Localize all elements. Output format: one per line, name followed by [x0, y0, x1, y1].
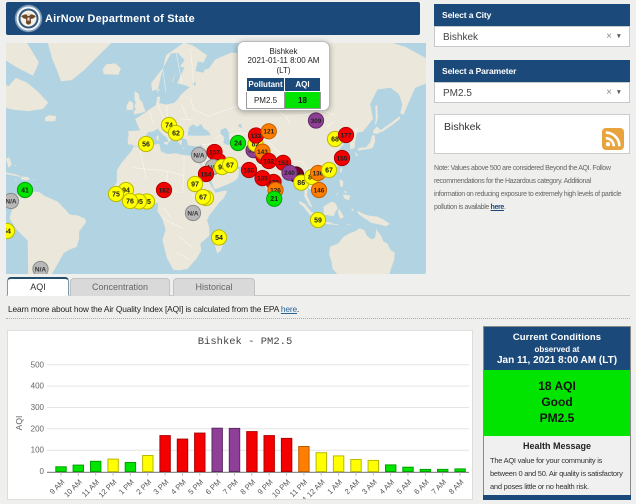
svg-text:192: 192: [263, 158, 274, 165]
svg-text:500: 500: [31, 360, 45, 369]
svg-text:8 AM: 8 AM: [447, 478, 466, 497]
svg-text:54: 54: [215, 235, 223, 242]
svg-text:41: 41: [21, 187, 29, 194]
svg-text:75: 75: [112, 191, 120, 198]
svg-text:AQI: AQI: [14, 416, 24, 431]
svg-text:133: 133: [251, 133, 262, 140]
svg-text:7 AM: 7 AM: [430, 478, 449, 497]
svg-text:6 PM: 6 PM: [204, 478, 223, 497]
svg-text:6 AM: 6 AM: [412, 478, 431, 497]
svg-text:N/A: N/A: [35, 266, 47, 273]
svg-text:12 PM: 12 PM: [97, 478, 119, 499]
svg-text:4 AM: 4 AM: [378, 478, 397, 497]
svg-text:67: 67: [199, 194, 207, 201]
svg-text:400: 400: [31, 382, 45, 391]
svg-text:62: 62: [172, 130, 180, 137]
svg-text:300: 300: [31, 403, 45, 412]
svg-text:155: 155: [337, 155, 348, 162]
svg-text:67: 67: [226, 162, 234, 169]
svg-text:2 AM: 2 AM: [343, 478, 362, 497]
svg-text:309: 309: [311, 118, 322, 125]
svg-text:N/A: N/A: [6, 198, 17, 205]
svg-text:3 AM: 3 AM: [360, 478, 379, 497]
svg-text:5 PM: 5 PM: [186, 478, 205, 497]
svg-text:5 AM: 5 AM: [395, 478, 414, 497]
svg-text:21: 21: [270, 196, 278, 203]
svg-text:67: 67: [325, 167, 333, 174]
svg-text:7 PM: 7 PM: [221, 478, 240, 497]
svg-text:24: 24: [234, 140, 242, 147]
svg-text:97: 97: [191, 181, 199, 188]
svg-text:160: 160: [244, 167, 255, 174]
svg-text:185: 185: [257, 176, 268, 183]
svg-text:1 PM: 1 PM: [117, 478, 136, 497]
svg-text:177: 177: [341, 132, 352, 139]
svg-text:200: 200: [31, 424, 45, 433]
svg-text:10 PM: 10 PM: [270, 478, 292, 499]
svg-text:240: 240: [284, 170, 295, 177]
svg-text:Bishkek - PM2.5: Bishkek - PM2.5: [198, 336, 293, 348]
svg-text:2 PM: 2 PM: [134, 478, 153, 497]
svg-text:1 AM: 1 AM: [325, 478, 344, 497]
svg-text:146: 146: [314, 187, 325, 194]
svg-text:54: 54: [6, 228, 11, 235]
svg-text:3 PM: 3 PM: [152, 478, 171, 497]
svg-text:182: 182: [159, 187, 170, 194]
svg-text:121: 121: [263, 129, 274, 136]
svg-text:8 PM: 8 PM: [238, 478, 257, 497]
svg-text:59: 59: [314, 217, 322, 224]
svg-text:76: 76: [126, 198, 134, 205]
svg-text:86: 86: [297, 180, 305, 187]
svg-text:154: 154: [201, 171, 212, 178]
svg-text:56: 56: [142, 141, 150, 148]
svg-text:4 PM: 4 PM: [169, 478, 188, 497]
svg-text:0: 0: [40, 467, 45, 476]
svg-text:100: 100: [31, 446, 45, 455]
svg-text:N/A: N/A: [187, 210, 199, 217]
svg-text:68: 68: [331, 136, 339, 143]
svg-text:N/A: N/A: [193, 152, 205, 159]
svg-text:10 AM: 10 AM: [62, 478, 84, 499]
